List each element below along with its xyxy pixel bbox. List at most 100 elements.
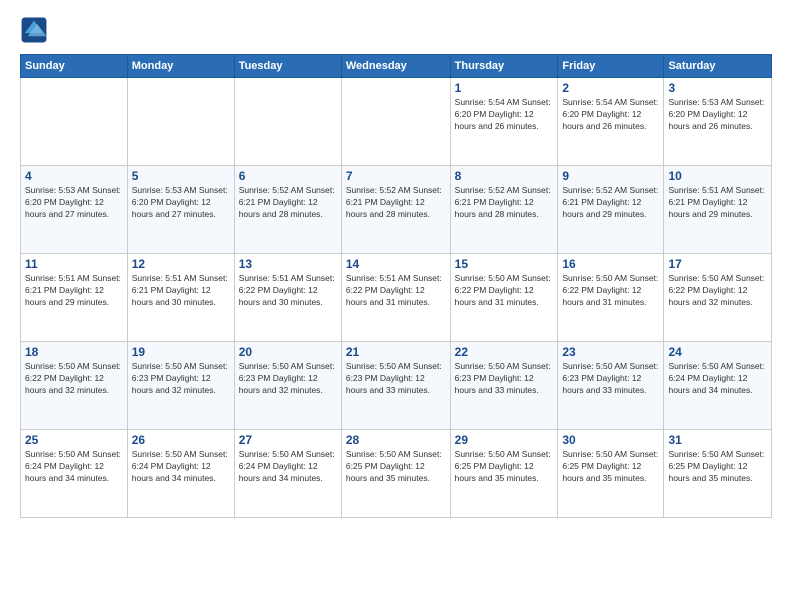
weekday-header-wednesday: Wednesday xyxy=(341,55,450,78)
calendar-cell: 6 Sunrise: 5:52 AM Sunset: 6:21 PM Daylig… xyxy=(234,166,341,254)
calendar-cell: 7 Sunrise: 5:52 AM Sunset: 6:21 PM Daylig… xyxy=(341,166,450,254)
day-info: Sunrise: 5:50 AM Sunset: 6:22 PM Dayligh… xyxy=(25,361,123,397)
day-number: 28 xyxy=(346,433,446,447)
day-number: 17 xyxy=(668,257,767,271)
calendar-cell: 8Sunrise: 5:52 AM Sunset: 6:21 PM Daylig… xyxy=(450,166,558,254)
calendar-cell: 29Sunrise: 5:50 AM Sunset: 6:25 PM Dayli… xyxy=(450,430,558,518)
day-number: 10 xyxy=(668,169,767,183)
day-info: Sunrise: 5:50 AM Sunset: 6:22 PM Dayligh… xyxy=(455,273,554,309)
calendar-cell: 25 Sunrise: 5:50 AM Sunset: 6:24 PM Dayli… xyxy=(21,430,128,518)
calendar-week-4: 18 Sunrise: 5:50 AM Sunset: 6:22 PM Dayli… xyxy=(21,342,772,430)
day-number: 29 xyxy=(455,433,554,447)
day-info: Sunrise: 5:54 AM Sunset: 6:20 PM Dayligh… xyxy=(455,97,554,133)
day-info: Sunrise: 5:50 AM Sunset: 6:24 PM Dayligh… xyxy=(132,449,230,485)
day-number: 26 xyxy=(132,433,230,447)
day-info: Sunrise: 5:50 AM Sunset: 6:23 PM Dayligh… xyxy=(132,361,230,397)
day-number: 23 xyxy=(562,345,659,359)
day-number: 14 xyxy=(346,257,446,271)
calendar-cell: 22Sunrise: 5:50 AM Sunset: 6:23 PM Dayli… xyxy=(450,342,558,430)
day-number: 27 xyxy=(239,433,337,447)
calendar-week-3: 11Sunrise: 5:51 AM Sunset: 6:21 PM Dayli… xyxy=(21,254,772,342)
weekday-header-saturday: Saturday xyxy=(664,55,772,78)
calendar-cell: 21Sunrise: 5:50 AM Sunset: 6:23 PM Dayli… xyxy=(341,342,450,430)
page: SundayMondayTuesdayWednesdayThursdayFrid… xyxy=(0,0,792,612)
calendar-cell: 20 Sunrise: 5:50 AM Sunset: 6:23 PM Dayli… xyxy=(234,342,341,430)
day-info: Sunrise: 5:50 AM Sunset: 6:23 PM Dayligh… xyxy=(346,361,446,397)
day-info: Sunrise: 5:51 AM Sunset: 6:22 PM Dayligh… xyxy=(239,273,337,309)
day-number: 1 xyxy=(455,81,554,95)
calendar-week-2: 4 Sunrise: 5:53 AM Sunset: 6:20 PM Daylig… xyxy=(21,166,772,254)
calendar-cell: 10 Sunrise: 5:51 AM Sunset: 6:21 PM Dayli… xyxy=(664,166,772,254)
day-number: 7 xyxy=(346,169,446,183)
calendar-week-5: 25 Sunrise: 5:50 AM Sunset: 6:24 PM Dayli… xyxy=(21,430,772,518)
calendar-cell xyxy=(341,78,450,166)
calendar-cell: 13 Sunrise: 5:51 AM Sunset: 6:22 PM Dayli… xyxy=(234,254,341,342)
calendar-cell: 14 Sunrise: 5:51 AM Sunset: 6:22 PM Dayli… xyxy=(341,254,450,342)
day-info: Sunrise: 5:52 AM Sunset: 6:21 PM Dayligh… xyxy=(562,185,659,221)
calendar-cell: 1 Sunrise: 5:54 AM Sunset: 6:20 PM Daylig… xyxy=(450,78,558,166)
calendar-cell xyxy=(234,78,341,166)
day-info: Sunrise: 5:53 AM Sunset: 6:20 PM Dayligh… xyxy=(25,185,123,221)
day-info: Sunrise: 5:51 AM Sunset: 6:22 PM Dayligh… xyxy=(346,273,446,309)
calendar-cell: 31 Sunrise: 5:50 AM Sunset: 6:25 PM Dayli… xyxy=(664,430,772,518)
day-number: 12 xyxy=(132,257,230,271)
calendar-cell: 9 Sunrise: 5:52 AM Sunset: 6:21 PM Daylig… xyxy=(558,166,664,254)
calendar-cell: 12 Sunrise: 5:51 AM Sunset: 6:21 PM Dayli… xyxy=(127,254,234,342)
calendar-cell: 30 Sunrise: 5:50 AM Sunset: 6:25 PM Dayli… xyxy=(558,430,664,518)
day-number: 31 xyxy=(668,433,767,447)
calendar-cell: 16 Sunrise: 5:50 AM Sunset: 6:22 PM Dayli… xyxy=(558,254,664,342)
calendar-cell: 4 Sunrise: 5:53 AM Sunset: 6:20 PM Daylig… xyxy=(21,166,128,254)
day-info: Sunrise: 5:52 AM Sunset: 6:21 PM Dayligh… xyxy=(239,185,337,221)
day-info: Sunrise: 5:52 AM Sunset: 6:21 PM Dayligh… xyxy=(346,185,446,221)
calendar-cell: 27Sunrise: 5:50 AM Sunset: 6:24 PM Dayli… xyxy=(234,430,341,518)
day-info: Sunrise: 5:53 AM Sunset: 6:20 PM Dayligh… xyxy=(668,97,767,133)
weekday-header-sunday: Sunday xyxy=(21,55,128,78)
day-info: Sunrise: 5:51 AM Sunset: 6:21 PM Dayligh… xyxy=(25,273,123,309)
calendar-cell: 19Sunrise: 5:50 AM Sunset: 6:23 PM Dayli… xyxy=(127,342,234,430)
day-number: 5 xyxy=(132,169,230,183)
calendar-cell: 5 Sunrise: 5:53 AM Sunset: 6:20 PM Daylig… xyxy=(127,166,234,254)
day-number: 30 xyxy=(562,433,659,447)
day-info: Sunrise: 5:50 AM Sunset: 6:23 PM Dayligh… xyxy=(239,361,337,397)
day-info: Sunrise: 5:51 AM Sunset: 6:21 PM Dayligh… xyxy=(132,273,230,309)
header xyxy=(20,16,772,44)
day-info: Sunrise: 5:50 AM Sunset: 6:25 PM Dayligh… xyxy=(562,449,659,485)
calendar-cell: 24 Sunrise: 5:50 AM Sunset: 6:24 PM Dayli… xyxy=(664,342,772,430)
day-info: Sunrise: 5:52 AM Sunset: 6:21 PM Dayligh… xyxy=(455,185,554,221)
calendar-header-row: SundayMondayTuesdayWednesdayThursdayFrid… xyxy=(21,55,772,78)
day-info: Sunrise: 5:50 AM Sunset: 6:24 PM Dayligh… xyxy=(25,449,123,485)
logo xyxy=(20,16,52,44)
weekday-header-tuesday: Tuesday xyxy=(234,55,341,78)
calendar-week-1: 1 Sunrise: 5:54 AM Sunset: 6:20 PM Daylig… xyxy=(21,78,772,166)
day-info: Sunrise: 5:50 AM Sunset: 6:25 PM Dayligh… xyxy=(668,449,767,485)
day-number: 2 xyxy=(562,81,659,95)
calendar-cell: 23Sunrise: 5:50 AM Sunset: 6:23 PM Dayli… xyxy=(558,342,664,430)
weekday-header-friday: Friday xyxy=(558,55,664,78)
calendar-cell: 11Sunrise: 5:51 AM Sunset: 6:21 PM Dayli… xyxy=(21,254,128,342)
day-number: 9 xyxy=(562,169,659,183)
weekday-header-thursday: Thursday xyxy=(450,55,558,78)
weekday-header-monday: Monday xyxy=(127,55,234,78)
day-info: Sunrise: 5:50 AM Sunset: 6:25 PM Dayligh… xyxy=(346,449,446,485)
day-info: Sunrise: 5:53 AM Sunset: 6:20 PM Dayligh… xyxy=(132,185,230,221)
day-number: 16 xyxy=(562,257,659,271)
day-number: 4 xyxy=(25,169,123,183)
calendar-cell: 17Sunrise: 5:50 AM Sunset: 6:22 PM Dayli… xyxy=(664,254,772,342)
day-info: Sunrise: 5:50 AM Sunset: 6:24 PM Dayligh… xyxy=(668,361,767,397)
day-number: 13 xyxy=(239,257,337,271)
day-number: 6 xyxy=(239,169,337,183)
day-info: Sunrise: 5:50 AM Sunset: 6:22 PM Dayligh… xyxy=(562,273,659,309)
day-info: Sunrise: 5:50 AM Sunset: 6:23 PM Dayligh… xyxy=(455,361,554,397)
calendar-cell xyxy=(21,78,128,166)
calendar-cell: 3Sunrise: 5:53 AM Sunset: 6:20 PM Daylig… xyxy=(664,78,772,166)
day-number: 18 xyxy=(25,345,123,359)
day-number: 15 xyxy=(455,257,554,271)
day-info: Sunrise: 5:51 AM Sunset: 6:21 PM Dayligh… xyxy=(668,185,767,221)
calendar-cell: 26 Sunrise: 5:50 AM Sunset: 6:24 PM Dayli… xyxy=(127,430,234,518)
day-number: 24 xyxy=(668,345,767,359)
calendar-cell: 18 Sunrise: 5:50 AM Sunset: 6:22 PM Dayli… xyxy=(21,342,128,430)
day-info: Sunrise: 5:54 AM Sunset: 6:20 PM Dayligh… xyxy=(562,97,659,133)
day-number: 25 xyxy=(25,433,123,447)
calendar-cell: 28 Sunrise: 5:50 AM Sunset: 6:25 PM Dayli… xyxy=(341,430,450,518)
day-number: 20 xyxy=(239,345,337,359)
